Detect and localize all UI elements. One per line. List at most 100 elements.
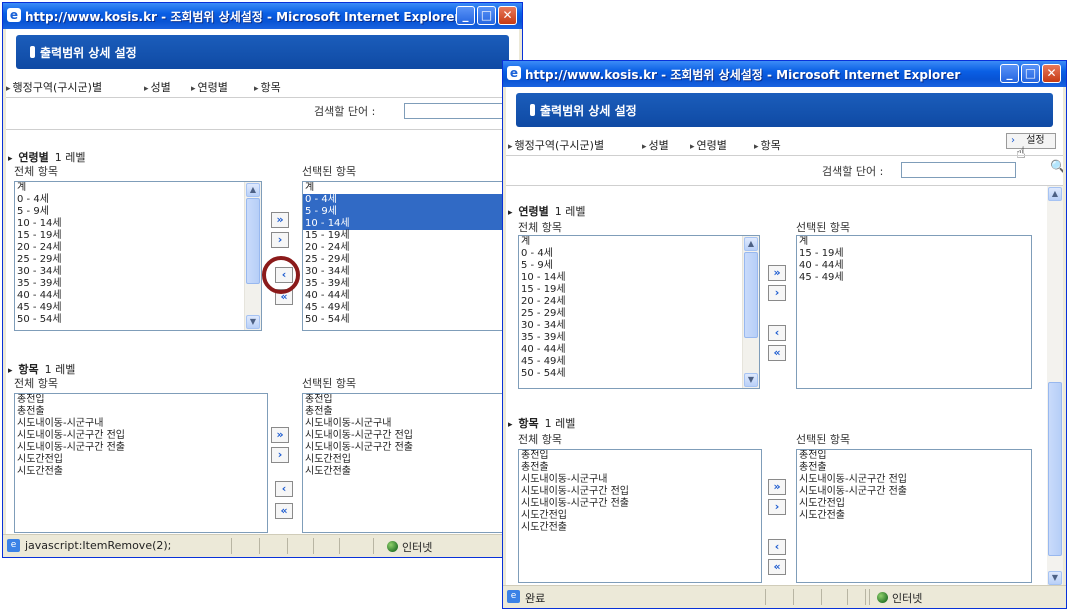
list-item[interactable]: 총전입 bbox=[303, 394, 519, 406]
list-item[interactable]: 45 - 49세 bbox=[797, 272, 1031, 284]
list-item[interactable]: 15 - 19세 bbox=[797, 248, 1031, 260]
list-item[interactable]: 계 bbox=[303, 182, 519, 194]
scroll-down-icon[interactable]: ▼ bbox=[744, 373, 758, 387]
list-item[interactable]: 총전입 bbox=[15, 394, 267, 406]
list-item[interactable]: 35 - 39세 bbox=[519, 332, 759, 344]
list-item[interactable]: 45 - 49세 bbox=[303, 302, 519, 314]
list-item[interactable]: 시도내이동-시군구간 전입 bbox=[303, 430, 519, 442]
tab-item[interactable]: 항목 bbox=[754, 137, 781, 153]
list-item[interactable]: 40 - 44세 bbox=[303, 290, 519, 302]
list-item[interactable]: 총전출 bbox=[15, 406, 267, 418]
list-item[interactable]: 5 - 9세 bbox=[15, 206, 261, 218]
search-input[interactable] bbox=[901, 162, 1016, 178]
list-item[interactable]: 시도내이동-시군구간 전입 bbox=[797, 474, 1031, 486]
tab-region[interactable]: 행정구역(구시군)별 bbox=[6, 79, 103, 95]
list-item[interactable]: 시도간전출 bbox=[519, 522, 761, 534]
list-item[interactable]: 계 bbox=[797, 236, 1031, 248]
add-button[interactable]: › bbox=[271, 232, 289, 248]
list-item[interactable]: 0 - 4세 bbox=[303, 194, 519, 206]
list-item[interactable]: 시도간전입 bbox=[519, 510, 761, 522]
scroll-up-icon[interactable]: ▲ bbox=[246, 183, 260, 197]
list-item[interactable]: 25 - 29세 bbox=[15, 254, 261, 266]
list-item[interactable]: 시도간전출 bbox=[303, 466, 519, 478]
list-item[interactable]: 총전출 bbox=[519, 462, 761, 474]
minimize-button[interactable]: _ bbox=[1000, 64, 1019, 83]
list-item[interactable]: 15 - 19세 bbox=[15, 230, 261, 242]
list-item[interactable]: 20 - 24세 bbox=[303, 242, 519, 254]
scroll-thumb[interactable] bbox=[744, 252, 758, 338]
list-item[interactable]: 25 - 29세 bbox=[303, 254, 519, 266]
list-item[interactable]: 총전입 bbox=[519, 450, 761, 462]
tab-gender[interactable]: 성별 bbox=[642, 137, 669, 153]
list-item[interactable]: 총전출 bbox=[797, 462, 1031, 474]
scroll-thumb[interactable] bbox=[246, 198, 260, 284]
item-all-listbox[interactable]: 총전입 총전출 시도내이동-시군구내 시도내이동-시군구간 전입 시도내이동-시군구간 … bbox=[14, 393, 268, 533]
page-scrollbar[interactable]: ▲ ▼ bbox=[1047, 186, 1063, 586]
list-item[interactable]: 시도내이동-시군구간 전출 bbox=[15, 442, 267, 454]
add-button[interactable]: › bbox=[768, 285, 786, 301]
remove-all-button[interactable]: « bbox=[768, 559, 786, 575]
age-selected-listbox[interactable]: 계0 - 4세 5 - 9세 10 - 14세 15 - 19세 20 - 24세 25 … bbox=[302, 181, 519, 331]
item-selected-listbox[interactable]: 총전입 총전출 시도내이동-시군구내 시도내이동-시군구간 전입 시도내이동-시군구간 … bbox=[302, 393, 519, 533]
list-item[interactable]: 5 - 9세 bbox=[519, 260, 759, 272]
list-item[interactable]: 30 - 34세 bbox=[15, 266, 261, 278]
list-item[interactable]: 45 - 49세 bbox=[519, 356, 759, 368]
list-item[interactable]: 시도내이동-시군구내 bbox=[15, 418, 267, 430]
tab-gender[interactable]: 성별 bbox=[144, 79, 171, 95]
list-item[interactable]: 45 - 49세 bbox=[15, 302, 261, 314]
tab-age[interactable]: 연령별 bbox=[690, 137, 727, 153]
title-bar[interactable]: e http://www.kosis.kr - 조회범위 상세설정 - Micr… bbox=[3, 3, 522, 29]
list-item[interactable]: 30 - 34세 bbox=[303, 266, 519, 278]
scroll-down-icon[interactable]: ▼ bbox=[246, 315, 260, 329]
add-all-button[interactable]: » bbox=[768, 479, 786, 495]
age-all-listbox[interactable]: 계0 - 4세 5 - 9세 10 - 14세 15 - 19세 20 - 24세 25 … bbox=[518, 235, 760, 389]
remove-all-button[interactable]: « bbox=[275, 503, 293, 519]
list-item[interactable]: 10 - 14세 bbox=[15, 218, 261, 230]
item-all-listbox[interactable]: 총전입 총전출 시도내이동-시군구내 시도내이동-시군구간 전입 시도내이동-시군구간 … bbox=[518, 449, 762, 583]
scrollbar[interactable]: ▲ ▼ bbox=[244, 182, 261, 330]
list-item[interactable]: 시도간전출 bbox=[15, 466, 267, 478]
list-item[interactable]: 25 - 29세 bbox=[519, 308, 759, 320]
scroll-down-icon[interactable]: ▼ bbox=[1048, 571, 1062, 585]
scroll-thumb[interactable] bbox=[1048, 382, 1062, 556]
list-item[interactable]: 시도내이동-시군구간 전입 bbox=[519, 486, 761, 498]
title-bar[interactable]: e http://www.kosis.kr - 조회범위 상세설정 - Micr… bbox=[503, 61, 1066, 87]
list-item[interactable]: 10 - 14세 bbox=[519, 272, 759, 284]
list-item[interactable]: 시도내이동-시군구간 전입 bbox=[15, 430, 267, 442]
list-item[interactable]: 계 bbox=[15, 182, 261, 194]
add-button[interactable]: › bbox=[271, 447, 289, 463]
list-item[interactable]: 총전입 bbox=[797, 450, 1031, 462]
list-item[interactable]: 20 - 24세 bbox=[15, 242, 261, 254]
list-item[interactable]: 40 - 44세 bbox=[519, 344, 759, 356]
maximize-button[interactable]: □ bbox=[477, 6, 496, 25]
list-item[interactable]: 50 - 54세 bbox=[519, 368, 759, 380]
settings-button[interactable]: › 설정 bbox=[1006, 133, 1056, 149]
list-item[interactable]: 15 - 19세 bbox=[303, 230, 519, 242]
list-item[interactable]: 35 - 39세 bbox=[15, 278, 261, 290]
scroll-up-icon[interactable]: ▲ bbox=[1048, 187, 1062, 201]
list-item[interactable]: 시도내이동-시군구내 bbox=[519, 474, 761, 486]
add-all-button[interactable]: » bbox=[271, 427, 289, 443]
list-item[interactable]: 시도간전입 bbox=[15, 454, 267, 466]
list-item[interactable]: 총전출 bbox=[303, 406, 519, 418]
list-item[interactable]: 40 - 44세 bbox=[797, 260, 1031, 272]
tab-age[interactable]: 연령별 bbox=[191, 79, 228, 95]
list-item[interactable]: 35 - 39세 bbox=[303, 278, 519, 290]
scrollbar[interactable]: ▲ ▼ bbox=[742, 236, 759, 388]
list-item[interactable]: 50 - 54세 bbox=[15, 314, 261, 326]
maximize-button[interactable]: □ bbox=[1021, 64, 1040, 83]
list-item[interactable]: 0 - 4세 bbox=[15, 194, 261, 206]
age-selected-listbox[interactable]: 계 15 - 19세 40 - 44세 45 - 49세 bbox=[796, 235, 1032, 389]
list-item[interactable]: 5 - 9세 bbox=[303, 206, 519, 218]
add-button[interactable]: › bbox=[768, 499, 786, 515]
list-item[interactable]: 시도내이동-시군구간 전출 bbox=[519, 498, 761, 510]
remove-button[interactable]: ‹ bbox=[768, 539, 786, 555]
list-item[interactable]: 시도간전출 bbox=[797, 510, 1031, 522]
close-button[interactable]: ✕ bbox=[498, 6, 517, 25]
list-item[interactable]: 계 bbox=[519, 236, 759, 248]
list-item[interactable]: 40 - 44세 bbox=[15, 290, 261, 302]
remove-all-button[interactable]: « bbox=[768, 345, 786, 361]
list-item[interactable]: 10 - 14세 bbox=[303, 218, 519, 230]
remove-button[interactable]: ‹ bbox=[275, 481, 293, 497]
age-all-listbox[interactable]: 계0 - 4세 5 - 9세 10 - 14세 15 - 19세 20 - 24세 25 … bbox=[14, 181, 262, 331]
